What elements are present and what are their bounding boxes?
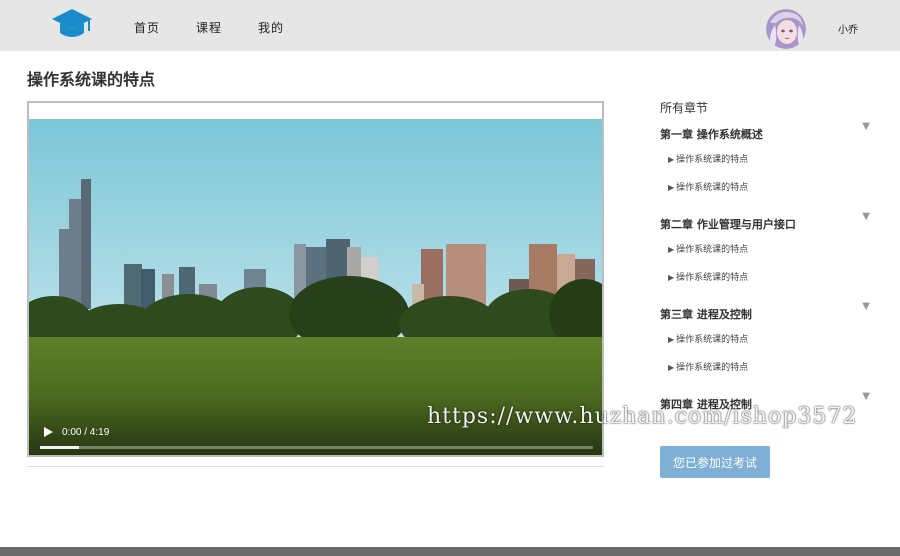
video-progress-fill xyxy=(40,446,79,449)
chapter-title: 第一章 操作系统概述 xyxy=(660,128,763,141)
chapter-header[interactable]: 第一章 操作系统概述 ▼ xyxy=(660,121,872,141)
page-title: 操作系统课的特点 xyxy=(27,70,156,89)
watermark-text: https://www.huzhan.com/ishop3572 xyxy=(427,404,858,429)
chapter-header[interactable]: 第三章 进程及控制 ▼ xyxy=(660,301,872,321)
top-navbar: 首页 课程 我的 小乔 xyxy=(0,0,900,51)
chapter-header[interactable]: 第二章 作业管理与用户接口 ▼ xyxy=(660,211,872,231)
nav-mine[interactable]: 我的 xyxy=(258,19,284,36)
lesson-item[interactable]: ▶ 操作系统课的特点 xyxy=(668,332,748,345)
chevron-down-icon[interactable]: ▼ xyxy=(862,391,870,402)
all-chapters-heading: 所有章节 xyxy=(660,101,709,115)
lesson-item[interactable]: ▶ 操作系统课的特点 xyxy=(668,270,748,283)
chapter-title: 第三章 进程及控制 xyxy=(660,308,752,321)
lesson-item[interactable]: ▶ 操作系统课的特点 xyxy=(668,152,748,165)
lesson-label: 操作系统课的特点 xyxy=(676,273,749,283)
chevron-down-icon[interactable]: ▼ xyxy=(862,211,870,222)
footer-bar xyxy=(0,547,900,556)
play-triangle-icon: ▶ xyxy=(668,155,675,164)
lesson-label: 操作系统课的特点 xyxy=(676,363,749,373)
graduation-cap-logo-icon[interactable] xyxy=(50,5,94,43)
chapter-2: 第二章 作业管理与用户接口 ▼ ▶ 操作系统课的特点 ▶ 操作系统课的特点 xyxy=(660,211,872,283)
chevron-down-icon[interactable]: ▼ xyxy=(862,301,870,312)
lesson-label: 操作系统课的特点 xyxy=(676,155,749,165)
lesson-label: 操作系统课的特点 xyxy=(676,183,749,193)
avatar[interactable] xyxy=(766,9,806,49)
lesson-item[interactable]: ▶ 操作系统课的特点 xyxy=(668,242,748,255)
play-icon[interactable] xyxy=(41,425,55,439)
play-triangle-icon: ▶ xyxy=(668,335,675,344)
chapter-3: 第三章 进程及控制 ▼ ▶ 操作系统课的特点 ▶ 操作系统课的特点 xyxy=(660,301,872,373)
video-progress-bar[interactable] xyxy=(40,446,593,449)
exam-taken-button[interactable]: 您已参加过考试 xyxy=(660,446,770,478)
lesson-label: 操作系统课的特点 xyxy=(676,245,749,255)
play-triangle-icon: ▶ xyxy=(668,183,675,192)
lesson-item[interactable]: ▶ 操作系统课的特点 xyxy=(668,360,748,373)
lesson-item[interactable]: ▶ 操作系统课的特点 xyxy=(668,180,748,193)
chapter-title: 第二章 作业管理与用户接口 xyxy=(660,218,796,231)
play-triangle-icon: ▶ xyxy=(668,273,675,282)
chapter-1: 第一章 操作系统概述 ▼ ▶ 操作系统课的特点 ▶ 操作系统课的特点 xyxy=(660,121,872,193)
nav-courses[interactable]: 课程 xyxy=(196,19,222,36)
play-triangle-icon: ▶ xyxy=(668,363,675,372)
nav-home[interactable]: 首页 xyxy=(134,19,160,36)
divider xyxy=(27,466,604,467)
lesson-label: 操作系统课的特点 xyxy=(676,335,749,345)
chevron-down-icon[interactable]: ▼ xyxy=(862,121,870,132)
user-name[interactable]: 小乔 xyxy=(838,21,858,36)
video-time: 0:00 / 4:19 xyxy=(62,427,110,438)
play-triangle-icon: ▶ xyxy=(668,245,675,254)
